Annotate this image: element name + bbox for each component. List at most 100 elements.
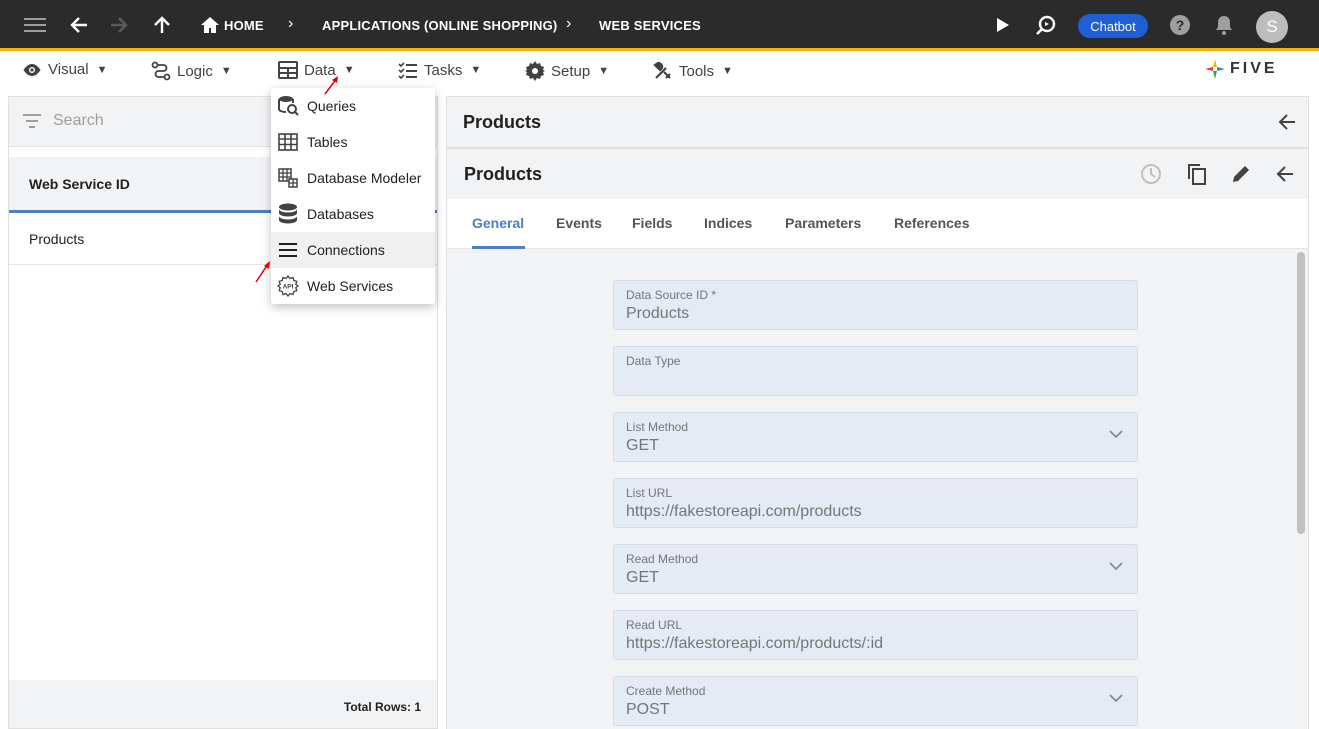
record-detail-panel: Products General Events Fields Indices P… [446, 148, 1309, 729]
forward-arrow-icon[interactable] [107, 13, 131, 37]
menu-item-tables-label: Tables [307, 134, 348, 150]
caret-down-icon: ▼ [470, 64, 482, 76]
notifications-bell-icon[interactable] [1212, 13, 1236, 37]
menu-logic[interactable]: Logic ▼ [151, 61, 232, 81]
search-chat-icon[interactable] [1034, 13, 1058, 37]
tab-events[interactable]: Events [556, 215, 602, 231]
menu-tools-label: Tools [679, 62, 715, 80]
caret-down-icon: ▼ [343, 64, 355, 76]
field-label: Data Type [626, 354, 681, 368]
record-tabs: General Events Fields Indices Parameters… [447, 199, 1308, 249]
form-scrollbar-thumb[interactable] [1297, 252, 1305, 534]
read-method-select[interactable]: Read Method GET [613, 544, 1138, 594]
svg-text:API: API [283, 284, 294, 291]
data-dropdown-menu: Queries Tables Database Modeler Database… [271, 88, 435, 304]
breadcrumb-home[interactable]: HOME [224, 18, 264, 33]
annotation-arrow-data [324, 76, 338, 95]
up-arrow-icon[interactable] [150, 13, 174, 37]
field-value: https://fakestoreapi.com/products/:id [626, 635, 884, 652]
data-type-field[interactable]: Data Type [613, 346, 1138, 396]
caret-down-icon: ▼ [722, 65, 733, 77]
gear-icon [525, 61, 545, 81]
menu-bar: Visual ▼ Logic ▼ Data ▼ Tasks ▼ Setup ▼ Tools… [0, 54, 1319, 88]
history-clock-icon[interactable] [1139, 162, 1163, 186]
tab-general[interactable]: General [472, 215, 524, 231]
menu-tasks[interactable]: Tasks ▼ [398, 61, 481, 79]
breadcrumb-web-services[interactable]: WEB SERVICES [599, 18, 701, 33]
menu-tools[interactable]: Tools ▼ [653, 61, 733, 81]
column-header-label: Web Service ID [29, 176, 130, 192]
home-icon[interactable] [198, 13, 222, 37]
field-label: Read Method [626, 552, 699, 566]
chevron-down-icon[interactable] [1109, 562, 1123, 571]
tab-indices[interactable]: Indices [704, 215, 752, 231]
databases-icon [277, 203, 299, 225]
field-label: List Method [626, 420, 689, 434]
menu-visual[interactable]: Visual ▼ [22, 61, 107, 78]
chevron-down-icon[interactable] [1109, 430, 1123, 439]
edit-pencil-icon[interactable] [1229, 162, 1253, 186]
tools-icon [653, 61, 671, 79]
field-value: Products [626, 305, 690, 322]
list-method-select[interactable]: List Method GET [613, 412, 1138, 462]
menu-visual-label: Visual [48, 61, 89, 78]
database-modeler-icon [277, 167, 299, 189]
list-url-field[interactable]: List URL https://fakestoreapi.com/produc… [613, 478, 1138, 528]
menu-setup[interactable]: Setup ▼ [525, 61, 609, 81]
help-icon[interactable]: ? [1168, 13, 1192, 37]
tab-references[interactable]: References [894, 215, 970, 231]
page-title: Products [463, 112, 542, 132]
menu-item-databases[interactable]: Databases [271, 196, 435, 232]
play-icon[interactable] [991, 13, 1015, 37]
connections-icon [277, 239, 299, 261]
menu-tasks-label: Tasks [424, 61, 463, 79]
record-header: Products [447, 149, 1308, 199]
data-source-id-field[interactable]: Data Source ID * Products [613, 280, 1138, 330]
general-form: Data Source ID * Products Data Type List… [447, 249, 1308, 729]
eye-icon [23, 63, 41, 76]
field-label: Create Method [626, 684, 706, 698]
search-input[interactable]: Search [53, 112, 104, 130]
annotation-arrow-connections [255, 261, 270, 283]
back-arrow-icon[interactable] [67, 13, 91, 37]
five-logo: FIVE [1204, 58, 1278, 80]
user-avatar[interactable]: S [1256, 11, 1288, 43]
hamburger-menu-icon[interactable] [23, 13, 47, 37]
read-url-field[interactable]: Read URL https://fakestoreapi.com/produc… [613, 610, 1138, 660]
chatbot-button[interactable]: Chatbot [1078, 14, 1148, 38]
breadcrumb-applications[interactable]: APPLICATIONS (ONLINE SHOPPING) [322, 18, 557, 33]
tab-fields[interactable]: Fields [632, 215, 672, 231]
chevron-down-icon[interactable] [1109, 694, 1123, 703]
queries-icon [277, 95, 299, 117]
create-method-select[interactable]: Create Method POST [613, 676, 1138, 726]
menu-setup-label: Setup [551, 62, 591, 80]
menu-item-web-services-label: Web Services [307, 278, 394, 294]
breadcrumb-separator-icon: › [288, 15, 294, 32]
five-logo-text: FIVE [1230, 60, 1278, 77]
caret-down-icon: ▼ [598, 65, 610, 77]
caret-down-icon: ▼ [96, 63, 108, 76]
record-title: Products [464, 164, 543, 184]
five-logo-icon [1205, 59, 1225, 79]
menu-item-database-modeler[interactable]: Database Modeler [271, 160, 435, 196]
menu-item-web-services[interactable]: API Web Services [271, 268, 435, 304]
menu-item-connections[interactable]: Connections [271, 232, 435, 268]
menu-item-queries[interactable]: Queries [271, 88, 435, 124]
right-outer-header: Products [446, 96, 1309, 148]
field-value: POST [626, 701, 670, 718]
menu-item-tables[interactable]: Tables [271, 124, 435, 160]
top-bar: HOME › APPLICATIONS (ONLINE SHOPPING) › … [0, 0, 1319, 51]
menu-data[interactable]: Data ▼ [278, 61, 355, 79]
logic-icon [151, 61, 171, 81]
menu-item-connections-label: Connections [307, 242, 385, 258]
copy-icon[interactable] [1185, 162, 1209, 186]
tab-parameters[interactable]: Parameters [785, 215, 861, 231]
filter-icon[interactable] [23, 114, 41, 128]
back-arrow-icon[interactable] [1273, 162, 1297, 186]
field-label: Data Source ID * [626, 288, 717, 302]
tasks-icon [398, 62, 417, 79]
close-panel-back-arrow-icon[interactable] [1275, 110, 1299, 134]
menu-logic-label: Logic [177, 62, 213, 80]
field-value: GET [626, 437, 659, 454]
field-label: Read URL [626, 618, 683, 632]
